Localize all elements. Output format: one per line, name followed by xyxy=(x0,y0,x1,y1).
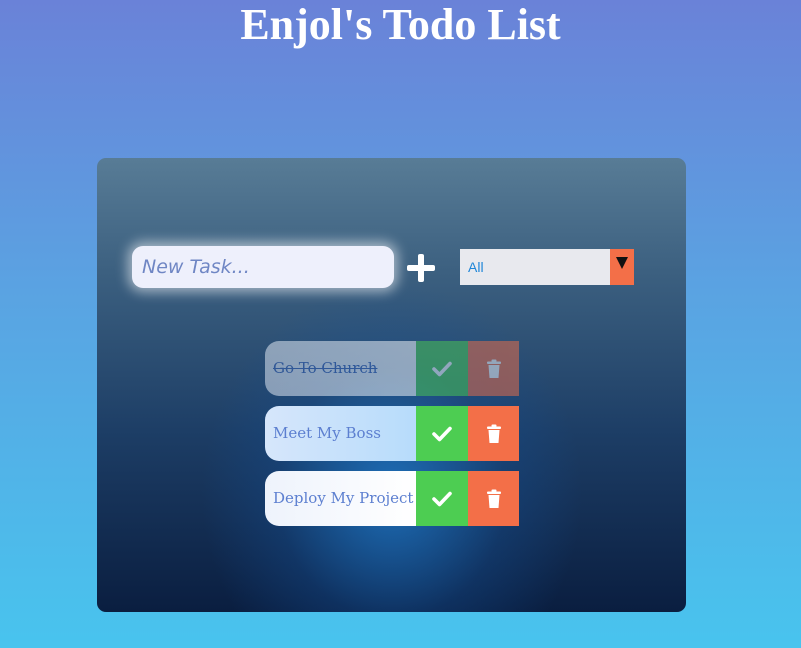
trash-icon xyxy=(486,359,501,378)
trash-icon xyxy=(486,424,501,443)
todo-item: Go To Church xyxy=(265,341,519,396)
todo-item: Deploy My Project xyxy=(265,471,519,526)
todo-text: Meet My Boss xyxy=(265,406,416,461)
todo-panel: All Go To Church Meet My Boss xyxy=(97,158,686,612)
add-task-button[interactable] xyxy=(403,250,439,286)
todo-text: Deploy My Project xyxy=(265,471,416,526)
delete-button[interactable] xyxy=(468,341,519,396)
todo-text: Go To Church xyxy=(265,341,416,396)
todo-list: Go To Church Meet My Boss Deploy My Proj… xyxy=(265,341,519,536)
filter-select[interactable]: All xyxy=(460,249,634,285)
complete-button[interactable] xyxy=(416,406,468,461)
check-icon xyxy=(432,426,452,441)
new-task-input[interactable] xyxy=(132,246,394,288)
page-title: Enjol's Todo List xyxy=(240,0,561,49)
trash-icon xyxy=(486,489,501,508)
todo-item: Meet My Boss xyxy=(265,406,519,461)
check-icon xyxy=(432,361,452,376)
caret-down-icon xyxy=(616,257,628,269)
delete-button[interactable] xyxy=(468,406,519,461)
filter-dropdown-toggle[interactable] xyxy=(610,249,634,285)
delete-button[interactable] xyxy=(468,471,519,526)
complete-button[interactable] xyxy=(416,341,468,396)
complete-button[interactable] xyxy=(416,471,468,526)
filter-selected-value: All xyxy=(468,259,484,275)
plus-icon xyxy=(407,254,435,282)
check-icon xyxy=(432,491,452,506)
